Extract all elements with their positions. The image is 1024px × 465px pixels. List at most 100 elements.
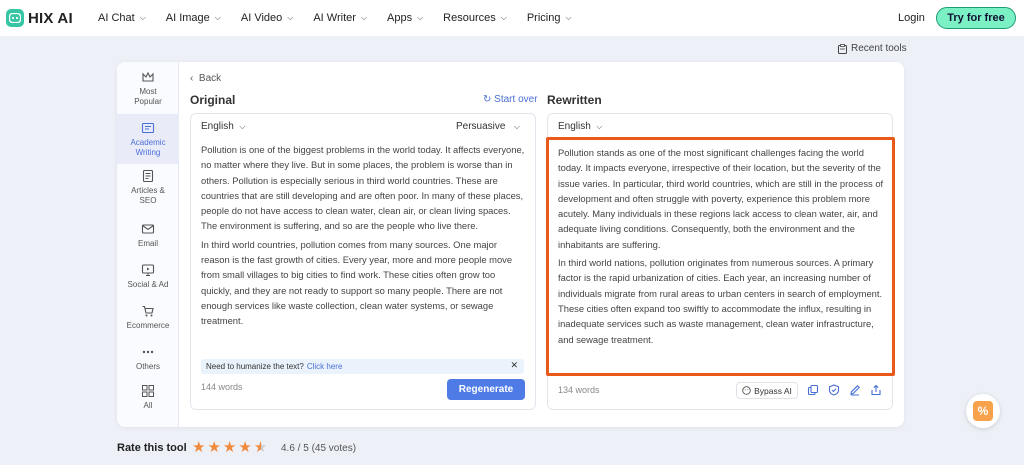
chevron-left-icon: ‹ [190, 73, 194, 84]
chevron-down-icon: ⌵ [360, 13, 367, 22]
nav-label: AI Image [165, 12, 210, 24]
sidebar-label: Email [137, 239, 158, 248]
back-label: Back [198, 73, 222, 84]
nav-pricing[interactable]: Pricing ⌵ [527, 12, 572, 24]
tone-select[interactable]: Persuasive ⌵ [456, 121, 520, 132]
close-icon[interactable]: ✕ [510, 360, 518, 371]
cart-icon [142, 305, 154, 317]
shield-check-icon[interactable] [828, 384, 840, 396]
original-text-area[interactable]: Pollution is one of the biggest problems… [201, 142, 527, 332]
star-icon[interactable]: ★ [223, 440, 236, 455]
logo[interactable]: HIX AI [6, 9, 73, 27]
category-sidebar: Most Popular Academic Writing Articles &… [117, 62, 179, 427]
rewritten-word-count: 134 words [558, 385, 600, 395]
chevron-down-icon: ⌵ [596, 122, 603, 131]
face-icon [742, 386, 751, 395]
mail-icon [141, 224, 155, 234]
crown-icon [142, 71, 154, 82]
chevron-down-icon: ⌵ [500, 13, 507, 22]
humanize-link[interactable]: Click here [307, 362, 343, 371]
select-value: English [558, 121, 591, 132]
chevron-down-icon: ⌵ [417, 13, 424, 22]
share-icon[interactable] [870, 384, 882, 396]
articles-icon [142, 169, 154, 183]
main-nav: AI Chat ⌵ AI Image ⌵ AI Video ⌵ AI Writer ⌵ … [98, 12, 592, 24]
logo-text: HIX AI [28, 9, 73, 27]
recent-tools-label: Recent tools [851, 43, 907, 54]
original-word-count: 144 words [201, 382, 243, 392]
sidebar-item-articles-seo[interactable]: Articles & SEO [117, 169, 179, 213]
humanize-banner: Need to humanize the text? Click here ✕ [201, 359, 524, 374]
original-language-select[interactable]: English ⌵ [201, 121, 245, 132]
star-icon[interactable]: ★ [192, 440, 205, 455]
clipboard-icon [838, 43, 847, 54]
sidebar-label: Popular [134, 97, 162, 106]
logo-icon [6, 9, 24, 27]
rate-label: Rate this tool [117, 442, 187, 454]
sidebar-label: Others [135, 362, 160, 371]
top-navigation-bar: HIX AI AI Chat ⌵ AI Image ⌵ AI Video ⌵ AI W… [0, 0, 1024, 36]
academic-icon [141, 122, 155, 134]
chevron-down-icon: ⌵ [287, 13, 294, 22]
sidebar-label: Academic [130, 138, 166, 147]
humanize-text: Need to humanize the text? [206, 362, 304, 371]
chevron-down-icon: ⌵ [239, 122, 246, 131]
sidebar-item-ecommerce[interactable]: Ecommerce [117, 304, 179, 334]
discount-icon: % [973, 401, 993, 421]
star-half-icon[interactable]: ★ [254, 440, 267, 455]
nav-ai-writer[interactable]: AI Writer ⌵ [313, 12, 367, 24]
sidebar-label: All [143, 401, 153, 410]
nav-ai-chat[interactable]: AI Chat ⌵ [98, 12, 146, 24]
login-link[interactable]: Login [898, 12, 925, 24]
sidebar-label: SEO [139, 196, 157, 205]
sidebar-label: Ecommerce [126, 321, 170, 330]
nav-label: Pricing [526, 12, 561, 24]
nav-ai-video[interactable]: AI Video ⌵ [241, 12, 293, 24]
nav-label: Apps [387, 12, 413, 24]
nav-label: Resources [443, 12, 496, 24]
edit-icon[interactable] [849, 384, 861, 396]
sidebar-label: Most [139, 87, 157, 96]
bypass-label: Bypass AI [754, 385, 792, 396]
sidebar-item-email[interactable]: Email [117, 222, 179, 252]
grid-icon [142, 385, 154, 397]
discount-button[interactable]: % [966, 394, 1000, 428]
star-icon[interactable]: ★ [238, 440, 251, 455]
back-button[interactable]: ‹ Back [190, 73, 221, 84]
original-paragraph: In third world countries, pollution come… [201, 238, 513, 327]
rewritten-language-select[interactable]: English ⌵ [558, 121, 602, 132]
nav-label: AI Writer [313, 12, 356, 24]
rating-text: 4.6 / 5 (45 votes) [281, 443, 357, 454]
try-for-free-button[interactable]: Try for free [936, 7, 1016, 29]
sidebar-label: Articles & [131, 186, 165, 195]
more-icon [142, 350, 154, 354]
chevron-down-icon: ⌵ [513, 122, 520, 131]
bypass-ai-button[interactable]: Bypass AI [736, 382, 798, 399]
regenerate-button[interactable]: Regenerate [447, 379, 525, 400]
social-icon [141, 264, 155, 276]
highlight-box [546, 137, 895, 376]
select-value: English [201, 121, 234, 132]
rating-stars[interactable]: ★ ★ ★ ★ ★ [192, 440, 267, 455]
original-title: Original [190, 93, 236, 107]
chevron-down-icon: ⌵ [139, 13, 146, 22]
sidebar-item-most-popular[interactable]: Most Popular [117, 68, 179, 112]
sidebar-item-social-ad[interactable]: Social & Ad [117, 263, 179, 293]
star-icon[interactable]: ★ [207, 440, 220, 455]
nav-ai-image[interactable]: AI Image ⌵ [166, 12, 221, 24]
nav-apps[interactable]: Apps ⌵ [387, 12, 423, 24]
copy-icon[interactable] [807, 384, 819, 396]
rewritten-title: Rewritten [547, 93, 602, 107]
start-over-button[interactable]: ↻ Start over [483, 94, 538, 105]
sidebar-label: Writing [135, 148, 161, 157]
nav-label: AI Chat [98, 12, 135, 24]
refresh-icon: ↻ [483, 94, 492, 105]
nav-label: AI Video [240, 12, 283, 24]
select-value: Persuasive [456, 121, 506, 132]
recent-tools-button[interactable]: Recent tools [838, 43, 907, 54]
sidebar-item-others[interactable]: Others [117, 345, 179, 375]
nav-resources[interactable]: Resources ⌵ [443, 12, 507, 24]
chevron-down-icon: ⌵ [565, 13, 572, 22]
sidebar-item-academic-writing[interactable]: Academic Writing [117, 114, 179, 164]
sidebar-item-all[interactable]: All [117, 384, 179, 414]
